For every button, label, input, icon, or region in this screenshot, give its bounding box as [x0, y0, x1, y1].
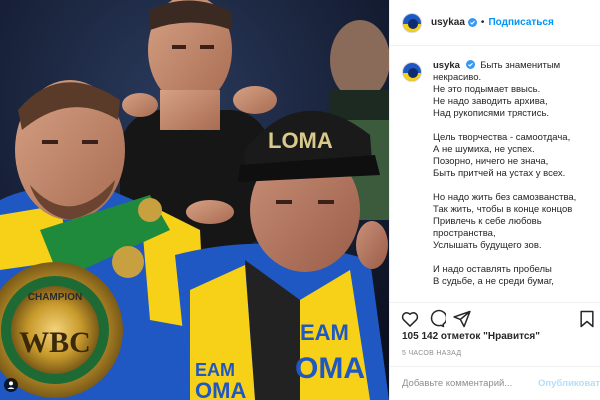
tagged-user-icon[interactable]: [4, 378, 18, 392]
caption-gap: [433, 120, 599, 132]
caption-line: Привлечь к себе любовь: [433, 216, 542, 227]
caption-verified-badge-icon: [465, 60, 475, 69]
comment-box: Опубликовать: [390, 366, 600, 400]
caption-line: Не надо заводить архива,: [433, 96, 548, 107]
shirt-text-loma: OMA: [295, 352, 365, 385]
caption-line: Не это подымает ввысь.: [433, 84, 541, 95]
caption-line: А не шумиха, не успех.: [433, 144, 535, 155]
comment-icon[interactable]: [426, 309, 446, 329]
caption-line: В судьбе, а не среди бумаг,: [433, 276, 554, 287]
post-header: usykaa • Подписаться: [390, 0, 600, 46]
like-count[interactable]: 105 142 отметок "Нравится": [402, 331, 540, 342]
caption-line: И надо оставлять пробелы: [433, 264, 552, 275]
comment-input[interactable]: [402, 378, 532, 389]
caption-username[interactable]: usyka: [433, 60, 460, 71]
caption-line: некрасиво.: [433, 72, 482, 83]
caption-line: Быть знаменитым: [480, 60, 561, 71]
caption-line: Услышать будущего зов.: [433, 240, 542, 251]
post-photo[interactable]: CHAMPION WBC EAM OMA EAM OMA LOMA: [0, 0, 389, 400]
share-icon[interactable]: [452, 309, 472, 329]
photo-illustration: CHAMPION WBC EAM OMA EAM OMA LOMA: [0, 0, 389, 400]
caption-line: пространства,: [433, 228, 496, 239]
post-timestamp[interactable]: 5 ЧАСОВ НАЗАД: [402, 350, 461, 357]
shirt-text-team-2: EAM: [195, 360, 235, 380]
bg-person-head: [330, 20, 389, 100]
caption-line: Цель творчества - самоотдача,: [433, 132, 571, 143]
belt-text-champion: CHAMPION: [28, 292, 82, 303]
publish-button[interactable]: Опубликовать: [538, 378, 600, 389]
caption-line: Над рукописями трястись.: [433, 108, 550, 119]
post-sidebar: usykaa • Подписаться usyka Быть знаменит…: [389, 0, 600, 400]
verified-badge-icon: [467, 18, 477, 27]
caption-avatar[interactable]: [402, 62, 422, 82]
caption-line: Быть притчей на устах у всех.: [433, 168, 566, 179]
follow-button[interactable]: Подписаться: [488, 17, 553, 28]
header-separator: •: [480, 17, 485, 28]
caption-line: Позорно, ничего не знача,: [433, 156, 549, 167]
cap-text-loma: LOMA: [268, 128, 333, 153]
caption-gap: [433, 180, 599, 192]
shirt-text-team: EAM: [300, 320, 349, 345]
shirt-text-loma-2: OMA: [195, 378, 246, 400]
caption-line: Так жить, чтобы в конце концов: [433, 204, 573, 215]
caption-gap: [433, 252, 599, 264]
caption-area[interactable]: usyka Быть знаменитым некрасиво. Не это …: [390, 60, 600, 300]
heart-icon[interactable]: [400, 309, 420, 329]
bookmark-icon[interactable]: [577, 309, 597, 329]
caption-line: Но надо жить без самозванства,: [433, 192, 577, 203]
caption-text: usyka Быть знаменитым некрасиво. Не это …: [433, 60, 599, 288]
belt-text-wbc: WBC: [19, 326, 91, 359]
avatar[interactable]: [402, 12, 422, 33]
header-username[interactable]: usykaa: [431, 17, 465, 28]
